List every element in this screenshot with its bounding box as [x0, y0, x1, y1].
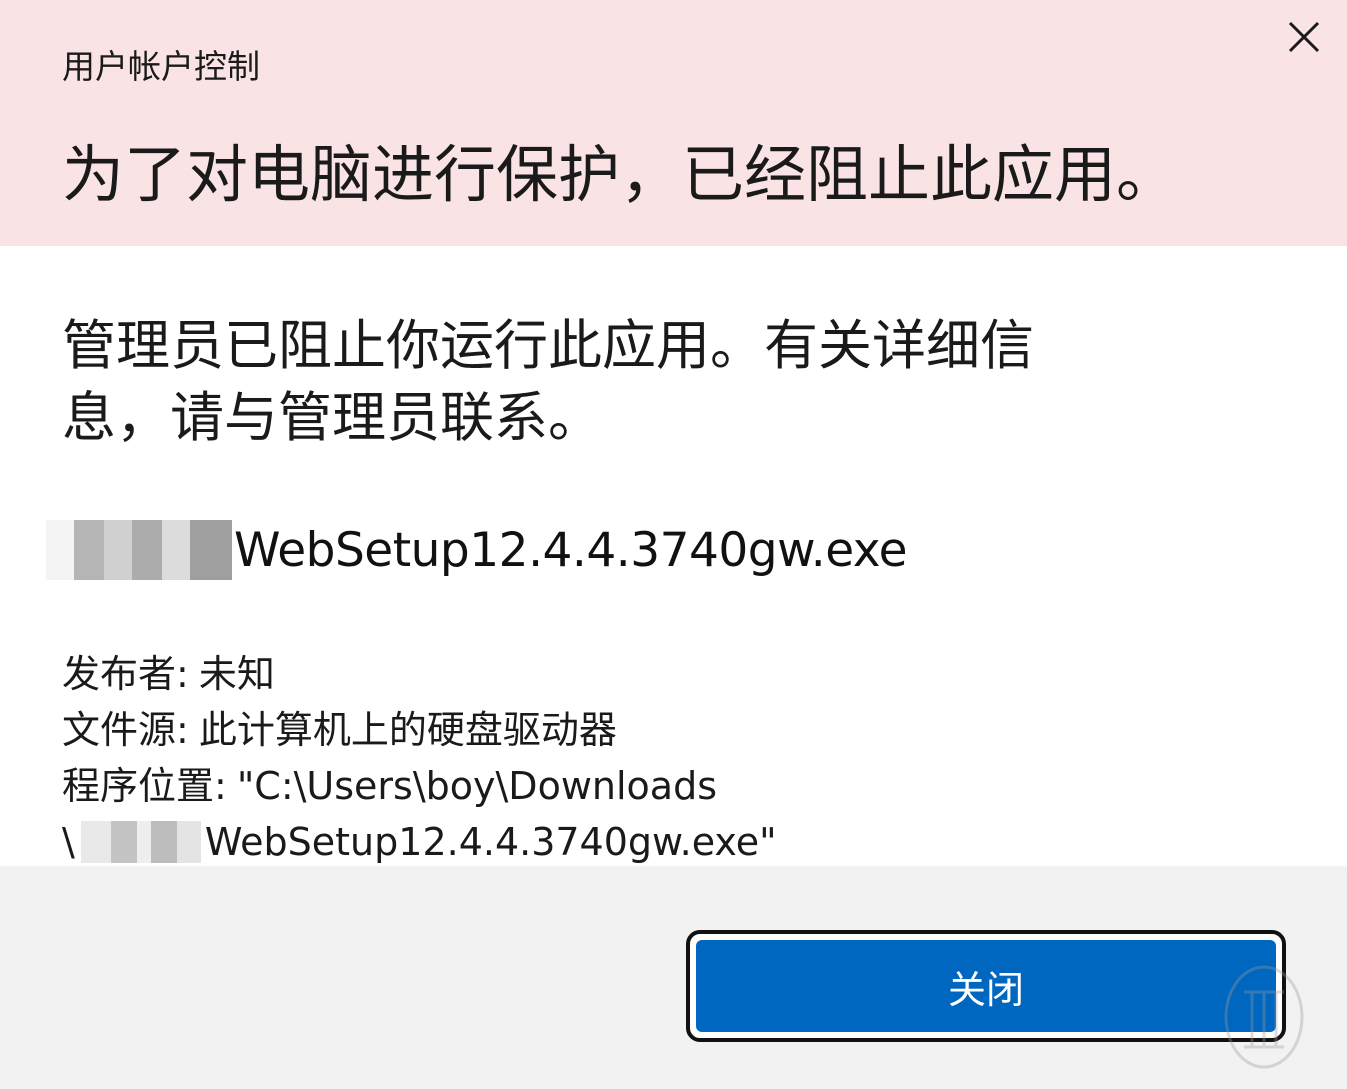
publisher-row: 发布者: 未知: [62, 646, 777, 702]
source-value: 此计算机上的硬盘驱动器: [198, 708, 617, 752]
watermark-logo-icon: [1224, 965, 1304, 1069]
location-line2-suffix: WebSetup12.4.4.3740gw.exe": [204, 820, 777, 864]
headline: 为了对电脑进行保护，已经阻止此应用。: [62, 138, 1179, 211]
filename-row: WebSetup12.4.4.3740gw.exe: [46, 512, 908, 588]
source-label: 文件源:: [62, 708, 189, 752]
redacted-filename-prefix: [46, 520, 232, 580]
blocked-message: 管理员已阻止你运行此应用。有关详细信息，请与管理员联系。: [62, 314, 1034, 449]
publisher-label: 发布者:: [62, 652, 189, 696]
location-row-continued: \ WebSetup12.4.4.3740gw.exe": [62, 814, 777, 870]
close-button[interactable]: 关闭: [696, 940, 1276, 1032]
uac-dialog: 用户帐户控制 为了对电脑进行保护，已经阻止此应用。 管理员已阻止你运行此应用。有…: [0, 0, 1347, 1089]
publisher-value: 未知: [198, 652, 275, 696]
location-line1: "C:\Users\boy\Downloads: [236, 764, 717, 808]
close-button-focus-ring: 关闭: [686, 930, 1286, 1042]
dialog-header: 用户帐户控制 为了对电脑进行保护，已经阻止此应用。: [0, 0, 1347, 246]
details: 发布者: 未知 文件源: 此计算机上的硬盘驱动器 程序位置: "C:\Users…: [62, 646, 777, 870]
location-row: 程序位置: "C:\Users\boy\Downloads: [62, 758, 777, 814]
redacted-path-segment: [80, 821, 201, 863]
filename: WebSetup12.4.4.3740gw.exe: [234, 522, 908, 578]
window-title: 用户帐户控制: [62, 47, 260, 86]
location-line2-prefix: \: [62, 820, 75, 864]
close-icon-glyph: [1288, 21, 1320, 53]
location-label: 程序位置:: [62, 764, 227, 808]
close-icon[interactable]: [1279, 12, 1329, 62]
source-row: 文件源: 此计算机上的硬盘驱动器: [62, 702, 777, 758]
